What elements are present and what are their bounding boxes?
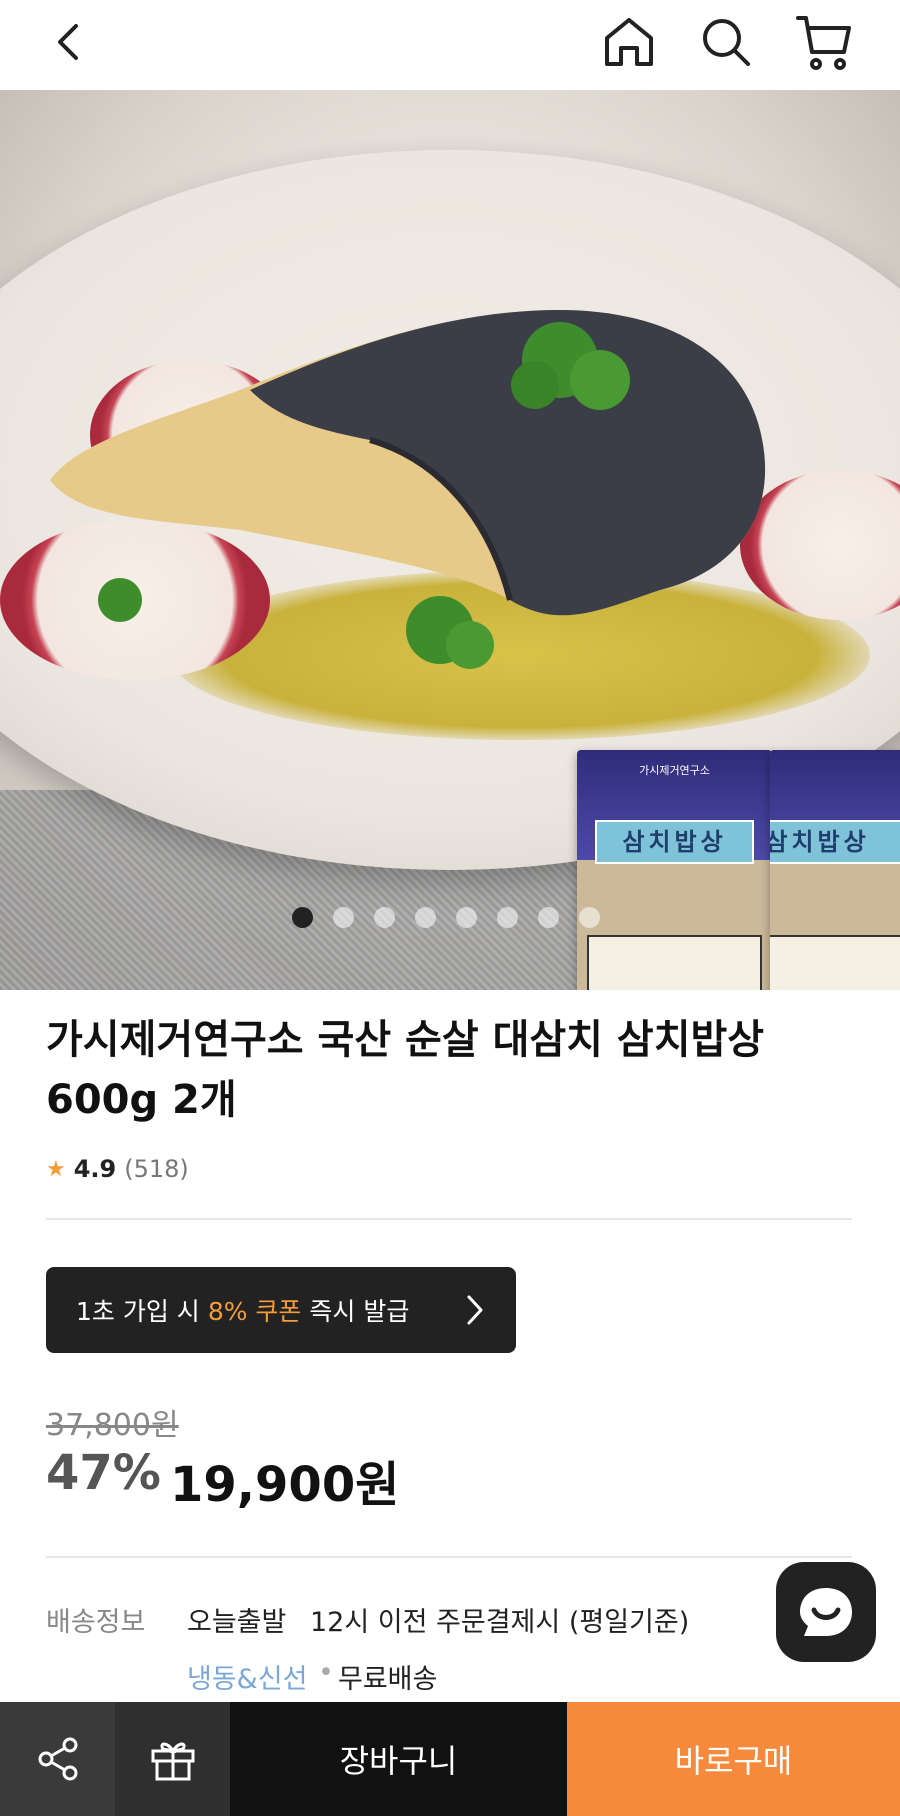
bottom-action-bar: 장바구니 바로구매 [0,1702,900,1816]
add-to-cart-button[interactable]: 장바구니 [230,1702,567,1816]
shipping-separator: • [318,1657,334,1688]
review-count: (518) [124,1155,189,1183]
share-icon [38,1737,77,1781]
page-dot[interactable] [497,907,518,928]
shipping-condition: 12시 이전 주문결제시 (평일기준) [310,1607,690,1638]
chevron-right-icon [460,1293,490,1333]
shipping-type: 냉동&신선 [187,1664,308,1695]
page-dot[interactable] [538,907,559,928]
coupon-prefix: 1초 가입 시 [76,1297,200,1326]
coupon-suffix: 즉시 발급 [309,1297,410,1326]
page-dot[interactable] [456,907,477,928]
page-dot[interactable] [292,907,313,928]
page-dot[interactable] [374,907,395,928]
shipping-dispatch: 오늘출발 [187,1607,287,1638]
package-brand: 가시제거연구소 [639,764,710,777]
product-image-gallery[interactable]: 가시제거연구소 삼치밥상 600g 삼치밥상 [0,90,900,990]
grilled-fish-image [50,310,766,669]
sale-price: 19,900원 [170,1457,400,1513]
gallery-pagination [292,907,600,928]
package-label: 삼치밥상 [595,820,754,864]
discount-rate: 47% [46,1445,161,1501]
share-button[interactable] [0,1702,115,1816]
product-title-line1: 가시제거연구소 국산 순살 대삼치 삼치밥상 [46,1017,765,1063]
gift-icon [151,1742,194,1781]
gift-button[interactable] [115,1702,230,1816]
chat-button[interactable] [776,1562,876,1662]
divider [46,1556,852,1558]
cart-icon[interactable] [792,10,856,74]
home-icon[interactable] [597,10,661,74]
page-dot[interactable] [579,907,600,928]
page-dot[interactable] [333,907,354,928]
product-title: 가시제거연구소 국산 순살 대삼치 삼치밥상 600g 2개 [46,1010,846,1130]
shipping-fee: 무료배송 [338,1664,438,1695]
package-label: 삼치밥상 [770,820,900,864]
rating-summary[interactable]: ★ 4.9 (518) [46,1155,189,1183]
page-dot[interactable] [415,907,436,928]
rating-score: 4.9 [73,1155,117,1183]
star-icon: ★ [46,1156,66,1182]
package-image-front: 가시제거연구소 삼치밥상 600g [577,750,772,990]
shipping-label: 배송정보 [46,1607,146,1638]
divider [46,1218,852,1220]
chat-icon [800,1588,852,1636]
search-icon[interactable] [694,10,758,74]
back-icon[interactable] [38,10,102,74]
coupon-banner[interactable]: 1초 가입 시 8% 쿠폰 즉시 발급 [46,1267,516,1353]
top-bar [0,0,900,90]
original-price: 37,800원 [46,1408,179,1443]
package-image-back: 삼치밥상 [770,750,900,990]
buy-now-button[interactable]: 바로구매 [567,1702,900,1816]
coupon-highlight: 8% 쿠폰 [207,1297,302,1326]
product-title-line2: 600g 2개 [46,1077,237,1123]
